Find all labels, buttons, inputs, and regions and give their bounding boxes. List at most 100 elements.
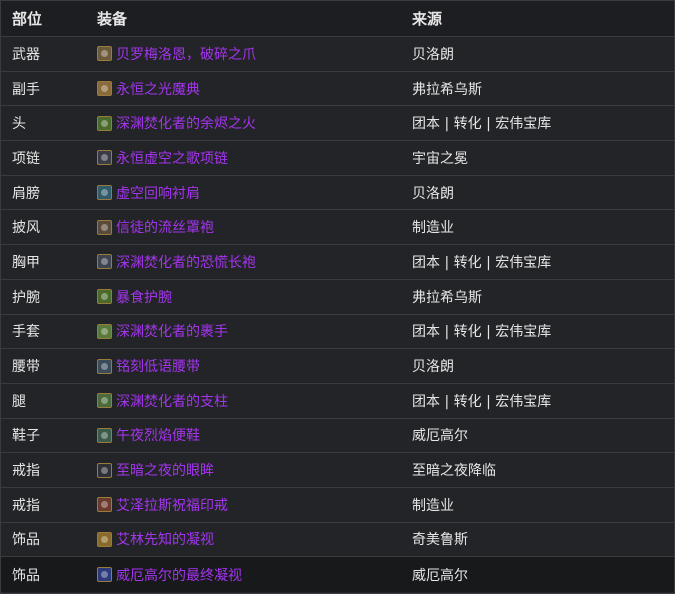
slot-cell: 手套 [12,324,40,341]
table-row: 胸甲 深渊焚化者的恐慌长袍 团本 | 转化 | 宏伟宝库 [1,245,674,280]
item-link[interactable]: 艾林先知的凝视 [116,529,214,549]
source-cell: 贝洛朗 [412,185,454,202]
source-cell: 贝洛朗 [412,359,454,376]
item-link[interactable]: 威厄高尔的最终凝视 [116,565,242,585]
item-cell: 虚空回响衬肩 [85,183,399,203]
source-cell: 威厄高尔 [412,567,468,584]
item-link[interactable]: 暴食护腕 [116,287,172,307]
item-cell: 深渊焚化者的余烬之火 [85,113,399,133]
gear-table: 部位 装备 来源 武器 贝罗梅洛恩，破碎之爪 贝洛朗 副手 永恒之光魔典 弗拉希乌斯头深渊… [0,0,675,594]
item-link[interactable]: 铭刻低语腰带 [116,356,200,376]
item-link[interactable]: 艾泽拉斯祝福印戒 [116,495,228,515]
gloves-icon[interactable] [97,323,112,339]
table-row: 饰品 艾林先知的凝视 奇美鲁斯 [1,523,674,558]
item-cell: 深渊焚化者的裹手 [85,321,399,341]
source-cell: 奇美鲁斯 [412,532,468,549]
table-row: 戒指 艾泽拉斯祝福印戒 制造业 [1,488,674,523]
slot-cell: 武器 [12,46,40,63]
header-source: 来源 [412,10,443,28]
table-row: 武器 贝罗梅洛恩，破碎之爪 贝洛朗 [1,37,674,72]
shoulder-icon[interactable] [97,185,112,201]
item-link[interactable]: 午夜烈焰便鞋 [116,425,200,445]
ring-icon[interactable] [97,462,112,478]
source-cell: 弗拉希乌斯 [412,289,482,306]
source-cell: 宇宙之冕 [412,150,468,167]
source-cell: 制造业 [412,220,454,237]
slot-cell: 腰带 [12,359,40,376]
slot-cell: 护腕 [12,289,40,306]
slot-cell: 腿 [12,393,26,410]
source-cell: 制造业 [412,497,454,514]
item-link[interactable]: 深渊焚化者的支柱 [116,391,228,411]
header-item: 装备 [97,10,128,28]
item-cell: 威厄高尔的最终凝视 [85,565,399,585]
belt-icon[interactable] [97,358,112,374]
slot-cell: 项链 [12,150,40,167]
item-link[interactable]: 深渊焚化者的恐慌长袍 [116,252,256,272]
source-cell: 至暗之夜降临 [412,463,496,480]
item-link[interactable]: 永恒之光魔典 [116,79,200,99]
cloak-icon[interactable] [97,219,112,235]
item-cell: 深渊焚化者的支柱 [85,391,399,411]
slot-cell: 鞋子 [12,428,40,445]
slot-cell: 胸甲 [12,254,40,271]
item-cell: 至暗之夜的眼眸 [85,460,399,480]
table-row: 腿 深渊焚化者的支柱 团本 | 转化 | 宏伟宝库 [1,384,674,419]
boots-icon[interactable] [97,427,112,443]
table-row: 手套 深渊焚化者的裹手 团本 | 转化 | 宏伟宝库 [1,315,674,350]
slot-cell: 戒指 [12,497,40,514]
header-slot: 部位 [12,10,43,28]
table-row: 披风 信徒的流丝罩袍 制造业 [1,210,674,246]
slot-cell: 副手 [12,81,40,98]
slot-cell: 肩膀 [12,185,40,202]
source-cell: 团本 | 转化 | 宏伟宝库 [412,324,552,341]
item-cell: 永恒之光魔典 [85,79,399,99]
item-link[interactable]: 永恒虚空之歌项链 [116,148,228,168]
item-link[interactable]: 至暗之夜的眼眸 [116,460,214,480]
table-row: 项链 永恒虚空之歌项链 宇宙之冕 [1,141,674,176]
table-row: 护腕 暴食护腕 弗拉希乌斯 [1,280,674,315]
item-cell: 铭刻低语腰带 [85,356,399,376]
weapon-claw-icon[interactable] [97,46,112,62]
source-cell: 团本 | 转化 | 宏伟宝库 [412,393,552,410]
slot-cell: 披风 [12,220,40,237]
table-body: 武器 贝罗梅洛恩，破碎之爪 贝洛朗 副手 永恒之光魔典 弗拉希乌斯头深渊焚化者的余烬之火团… [1,37,674,592]
source-cell: 弗拉希乌斯 [412,81,482,98]
slot-cell: 戒指 [12,463,40,480]
item-link[interactable]: 贝罗梅洛恩，破碎之爪 [116,44,256,64]
item-link[interactable]: 深渊焚化者的裹手 [116,321,228,341]
item-cell: 暴食护腕 [85,287,399,307]
item-link[interactable]: 信徒的流丝罩袍 [116,217,214,237]
table-header: 部位 装备 来源 [1,1,674,37]
legs-icon[interactable] [97,393,112,409]
helm-icon[interactable] [97,115,112,131]
slot-cell: 头 [12,116,26,133]
tome-icon[interactable] [97,81,112,97]
item-cell: 艾林先知的凝视 [85,529,399,549]
item-cell: 午夜烈焰便鞋 [85,425,399,445]
table-row: 头 深渊焚化者的余烬之火 团本 | 转化 | 宏伟宝库 [1,106,674,142]
item-cell: 贝罗梅洛恩，破碎之爪 [85,44,399,64]
trinket-icon[interactable] [97,531,112,547]
bracer-icon[interactable] [97,289,112,305]
table-row: 副手 永恒之光魔典 弗拉希乌斯 [1,72,674,107]
necklace-icon[interactable] [97,150,112,166]
item-link[interactable]: 深渊焚化者的余烬之火 [116,113,256,133]
table-row: 腰带 铭刻低语腰带 贝洛朗 [1,349,674,384]
orb-icon[interactable] [97,567,112,583]
item-cell: 永恒虚空之歌项链 [85,148,399,168]
slot-cell: 饰品 [12,567,40,584]
table-row: 鞋子 午夜烈焰便鞋 威厄高尔 [1,419,674,454]
source-cell: 团本 | 转化 | 宏伟宝库 [412,254,552,271]
item-cell: 信徒的流丝罩袍 [85,217,399,237]
robe-icon[interactable] [97,254,112,270]
source-cell: 贝洛朗 [412,46,454,63]
item-link[interactable]: 虚空回响衬肩 [116,183,200,203]
source-cell: 威厄高尔 [412,428,468,445]
source-cell: 团本 | 转化 | 宏伟宝库 [412,116,552,133]
item-cell: 深渊焚化者的恐慌长袍 [85,252,399,272]
table-row: 戒指 至暗之夜的眼眸 至暗之夜降临 [1,453,674,488]
slot-cell: 饰品 [12,532,40,549]
ring-icon[interactable] [97,497,112,513]
table-row: 饰品 威厄高尔的最终凝视 威厄高尔 [1,557,674,592]
